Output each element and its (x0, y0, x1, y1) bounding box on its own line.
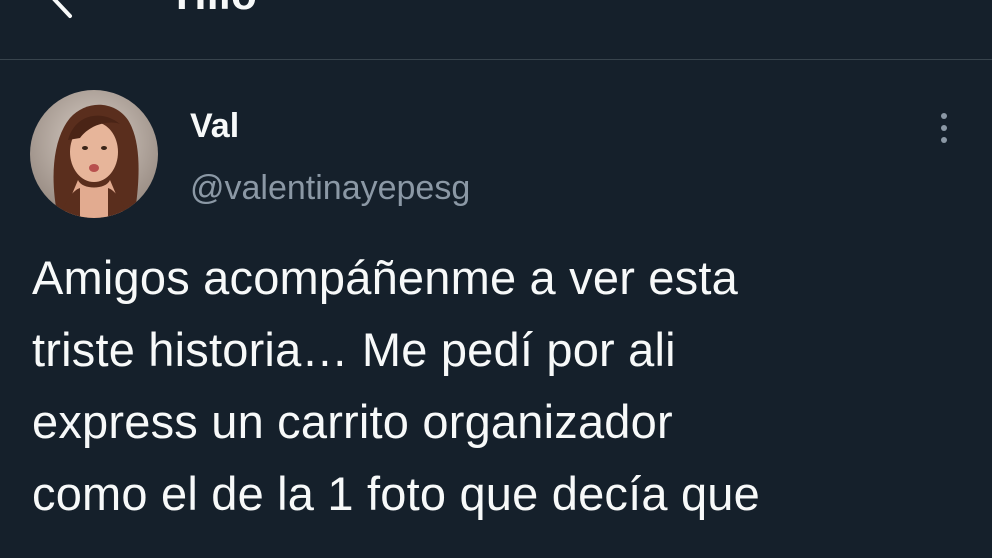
thread-header: Hilo (0, 0, 992, 60)
author-handle[interactable]: @valentinayepesg (190, 168, 470, 208)
author-name[interactable]: Val (190, 106, 239, 146)
more-options-button[interactable] (924, 108, 964, 148)
arrow-left-icon (40, 0, 90, 24)
more-vertical-icon (924, 108, 964, 148)
tweet-text: Amigos acompáñenme a ver esta triste his… (32, 251, 760, 520)
avatar[interactable] (30, 90, 158, 218)
thread-page: Hilo Val (0, 0, 992, 558)
page-title: Hilo (176, 0, 257, 20)
back-button[interactable] (40, 0, 90, 24)
